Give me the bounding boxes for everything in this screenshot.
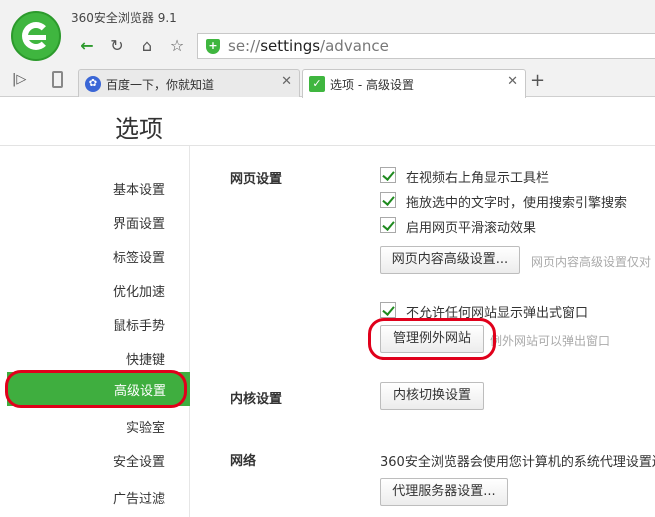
checkbox-label: 启用网页平滑滚动效果 (406, 221, 537, 236)
highlight-annotation (5, 370, 187, 408)
tab-label: 选项 - 高级设置 (330, 78, 414, 92)
tab-label: 百度一下，你就知道 (106, 78, 215, 92)
checkbox-label: 拖放选中的文字时，使用搜索引擎搜索 (406, 196, 628, 211)
highlight-annotation (368, 318, 496, 360)
section-label-kernel: 内核设置 (230, 392, 283, 407)
browser-logo-icon (11, 11, 61, 61)
checkbox-label: 在视频右上角显示工具栏 (406, 171, 550, 186)
nav-item-mouse-gestures[interactable]: 鼠标手势 (113, 315, 165, 334)
nav-item-optimize[interactable]: 优化加速 (113, 281, 165, 300)
back-arrow-icon[interactable]: ← (74, 35, 100, 57)
web-content-advanced-button[interactable]: 网页内容高级设置... (380, 246, 520, 274)
network-description: 360安全浏览器会使用您计算机的系统代理设置连 (380, 455, 655, 470)
checkbox-video-toolbar[interactable] (380, 167, 396, 183)
page-title: 选项 (115, 115, 163, 143)
home-icon[interactable]: ⌂ (134, 35, 160, 57)
tab-settings[interactable]: ✓ 选项 - 高级设置 ✕ (302, 69, 526, 98)
settings-icon: ✓ (309, 76, 325, 92)
close-icon[interactable]: ✕ (281, 74, 292, 89)
baidu-paw-icon: ✿ (85, 76, 101, 92)
new-tab-plus-icon[interactable]: + (530, 72, 545, 90)
tab-baidu[interactable]: ✿ 百度一下，你就知道 ✕ (78, 69, 300, 97)
nav-item-shortcuts[interactable]: 快捷键 (126, 349, 165, 368)
nav-item-lab[interactable]: 实验室 (126, 417, 165, 436)
address-bar[interactable]: + se://settings/advance (197, 33, 655, 59)
address-url[interactable]: se://settings/advance (228, 37, 389, 55)
close-icon[interactable]: ✕ (507, 74, 518, 89)
settings-nav: 基本设置 界面设置 标签设置 优化加速 鼠标手势 快捷键 高级设置 实验室 安全… (0, 146, 190, 517)
nav-item-interface[interactable]: 界面设置 (113, 213, 165, 232)
mobile-phone-icon[interactable] (52, 71, 63, 88)
security-shield-icon: + (206, 39, 220, 54)
bookmark-star-icon[interactable]: ☆ (164, 35, 190, 57)
section-label-webpage: 网页设置 (230, 172, 283, 187)
browser-chrome: 360安全浏览器 9.1 ← ↻ ⌂ ☆ + se://settings/adv… (0, 0, 655, 98)
nav-item-basic[interactable]: 基本设置 (113, 179, 165, 198)
section-label-network: 网络 (230, 454, 257, 469)
nav-item-adblock[interactable]: 广告过滤 (113, 488, 165, 507)
window-title: 360安全浏览器 9.1 (71, 11, 177, 25)
kernel-switch-button[interactable]: 内核切换设置 (380, 382, 484, 410)
advanced-hint: 网页内容高级设置仅对 (531, 255, 652, 269)
checkbox-smooth-scroll[interactable] (380, 217, 396, 233)
checkbox-block-popups[interactable] (380, 302, 396, 318)
proxy-settings-button[interactable]: 代理服务器设置... (380, 478, 508, 506)
nav-item-security[interactable]: 安全设置 (113, 451, 165, 470)
exceptions-hint: 例外网站可以弹出窗口 (490, 334, 611, 348)
tab-strip: |▷ ✿ 百度一下，你就知道 ✕ ✓ 选项 - 高级设置 ✕ + (0, 66, 655, 98)
nav-item-tabs[interactable]: 标签设置 (113, 247, 165, 266)
checkbox-drag-search[interactable] (380, 192, 396, 208)
sidebar-toggle-icon[interactable]: |▷ (12, 72, 26, 87)
refresh-icon[interactable]: ↻ (104, 35, 130, 57)
